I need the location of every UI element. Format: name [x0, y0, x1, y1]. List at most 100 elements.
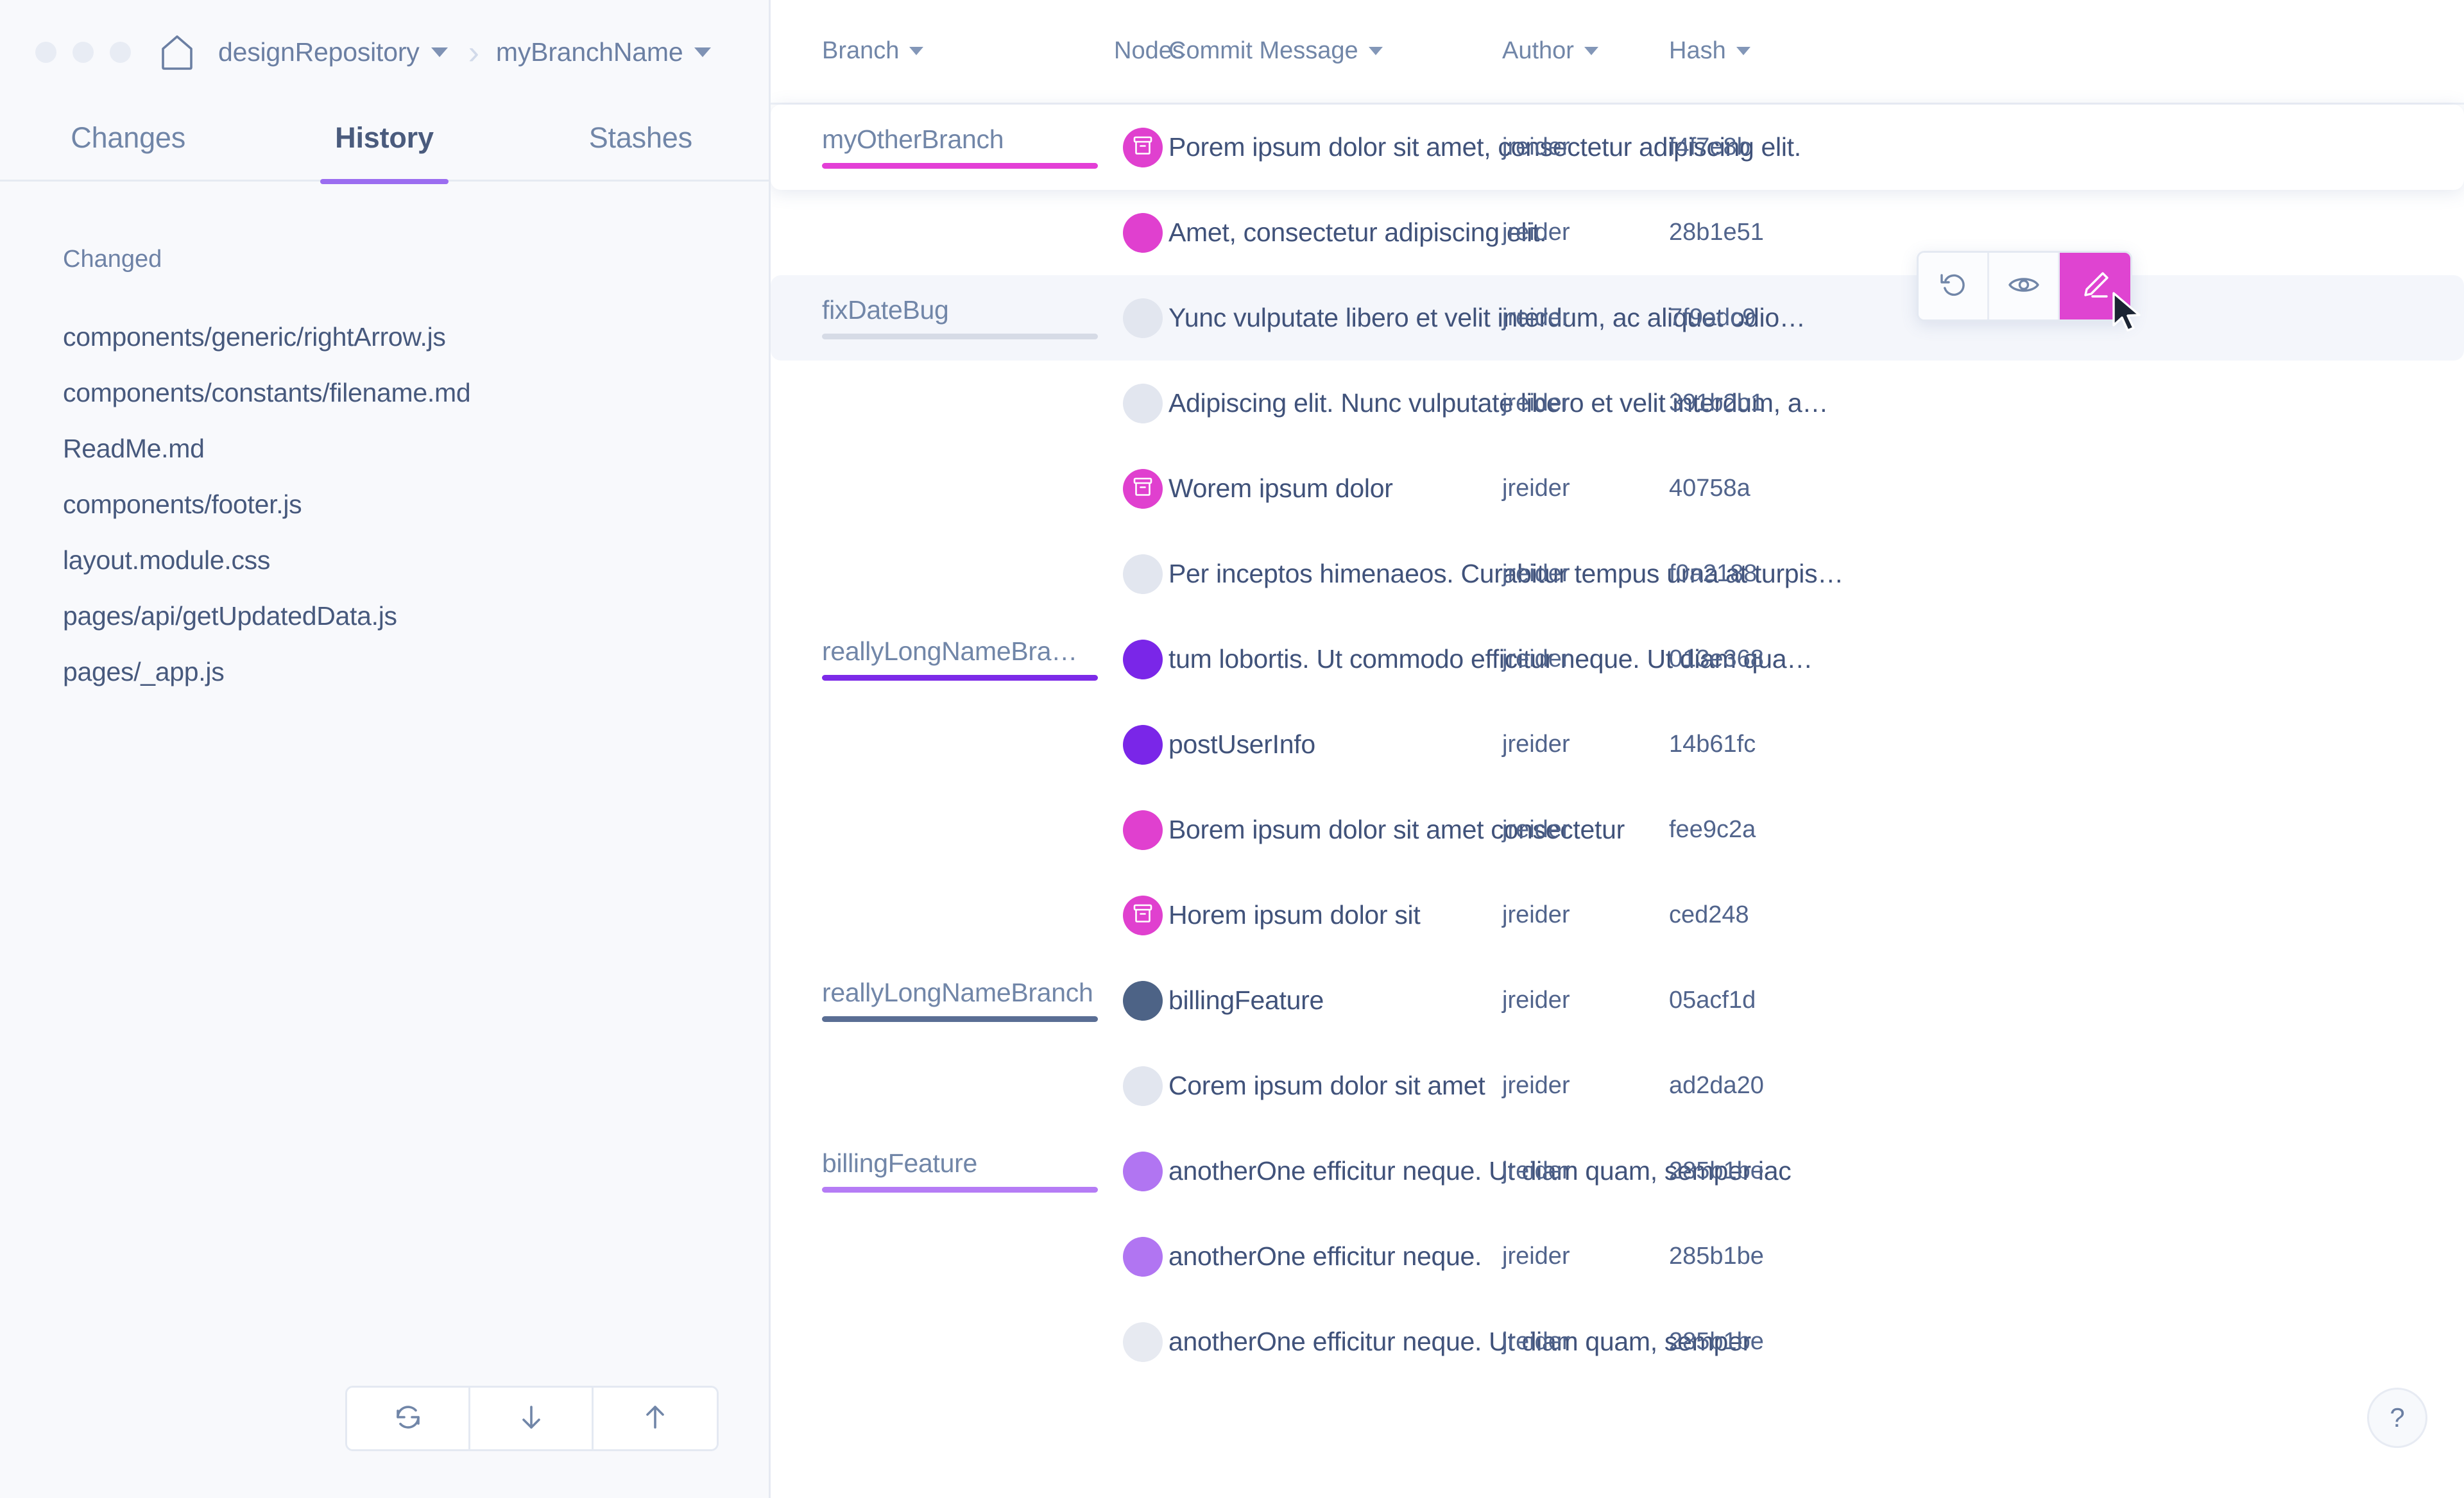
commit-node-archive[interactable]: [1123, 468, 1163, 509]
tab-changes[interactable]: Changes: [0, 105, 256, 182]
commit-node-dot[interactable]: [1123, 724, 1163, 765]
table-row[interactable]: Worem ipsum dolor jreider 40758a: [771, 446, 2464, 531]
table-row[interactable]: fixDateBug Yunc vulputate libero et velit…: [771, 275, 2464, 361]
edit-button[interactable]: [2060, 253, 2130, 319]
archive-icon: [1132, 903, 1154, 928]
commit-author: jreider: [1502, 901, 1570, 928]
column-header-author[interactable]: Author: [1502, 37, 1598, 65]
column-label: Hash: [1669, 37, 1726, 64]
chevron-down-icon[interactable]: [909, 47, 924, 55]
commit-hash: 14b61fc: [1669, 731, 1756, 758]
branch-label[interactable]: billingFeature: [822, 1150, 977, 1177]
list-item[interactable]: components/constants/filename.md: [63, 365, 769, 421]
commit-node-archive[interactable]: [1123, 127, 1163, 167]
commit-message: Corem ipsum dolor sit amet: [1168, 1071, 1485, 1100]
undo-icon: [1937, 269, 1969, 304]
table-row[interactable]: Per inceptos himenaeos. Curabitur tempus…: [771, 531, 2464, 617]
list-item[interactable]: components/footer.js: [63, 477, 769, 532]
left-sidebar: designRepository › myBranchName Changes …: [0, 0, 771, 1498]
commit-node-dot[interactable]: [1123, 639, 1163, 679]
window-close-dot[interactable]: [35, 42, 56, 63]
list-item[interactable]: pages/_app.js: [63, 644, 769, 700]
column-header-hash[interactable]: Hash: [1669, 37, 1750, 65]
branch-color-bar: [822, 674, 1098, 681]
table-row[interactable]: reallyLongNameBra… tum lobortis. Ut commo…: [771, 617, 2464, 702]
column-header-commit-message[interactable]: Commit Message: [1168, 37, 1383, 65]
branch-label[interactable]: reallyLongNameBra…: [822, 638, 1077, 665]
breadcrumb-branch[interactable]: myBranchName: [496, 37, 712, 67]
history-panel: Branch Nodes Commit Message Author Hash …: [771, 0, 2464, 1498]
pull-button[interactable]: [470, 1388, 594, 1449]
tab-stashes[interactable]: Stashes: [513, 105, 769, 182]
window-minimize-dot[interactable]: [73, 42, 94, 63]
commit-node-dot[interactable]: [1123, 1322, 1163, 1362]
node-cell: [1114, 468, 1172, 509]
table-row[interactable]: postUserInfo jreider 14b61fc: [771, 702, 2464, 787]
branch-label[interactable]: reallyLongNameBranch: [822, 979, 1093, 1007]
commit-node-dot[interactable]: [1123, 980, 1163, 1021]
branch-label[interactable]: fixDateBug: [822, 296, 949, 324]
commit-list: myOtherBranch Porem ipsum dolor sit amet,…: [771, 105, 2464, 1384]
commit-node-dot[interactable]: [1123, 1066, 1163, 1106]
node-cell: [1114, 127, 1172, 167]
table-row[interactable]: reallyLongNameBranch billingFeature jreide…: [771, 958, 2464, 1043]
fetch-button[interactable]: [347, 1388, 470, 1449]
chevron-down-icon[interactable]: [694, 47, 712, 57]
revert-button[interactable]: [1919, 253, 1989, 319]
commit-author: jreider: [1502, 389, 1570, 416]
sidebar-tabs: Changes History Stashes: [0, 105, 769, 182]
commit-message: Porem ipsum dolor sit amet, consectetur …: [1168, 132, 1801, 162]
commit-node-dot[interactable]: [1123, 212, 1163, 253]
list-item[interactable]: layout.module.css: [63, 532, 769, 588]
table-row[interactable]: Adipiscing elit. Nunc vulputate libero e…: [771, 361, 2464, 446]
app-root: designRepository › myBranchName Changes …: [0, 0, 2464, 1498]
table-row[interactable]: billingFeature anotherOne efficitur neque…: [771, 1128, 2464, 1214]
chevron-down-icon[interactable]: [431, 47, 448, 57]
list-item[interactable]: pages/api/getUpdatedData.js: [63, 588, 769, 644]
branch-cell: fixDateBug: [822, 296, 1098, 339]
column-header-branch[interactable]: Branch: [822, 37, 924, 65]
window-maximize-dot[interactable]: [110, 42, 131, 63]
breadcrumb-repository[interactable]: designRepository: [218, 37, 448, 67]
branch-label[interactable]: myOtherBranch: [822, 126, 1004, 153]
list-item[interactable]: components/generic/rightArrow.js: [63, 309, 769, 365]
home-icon[interactable]: [159, 33, 195, 72]
window-controls[interactable]: [35, 42, 131, 63]
commit-node-dot[interactable]: [1123, 810, 1163, 850]
node-cell: [1114, 383, 1172, 423]
table-row[interactable]: anotherOne efficitur neque. jreider 285b1b…: [771, 1214, 2464, 1299]
tab-history[interactable]: History: [256, 105, 512, 182]
table-row[interactable]: Borem ipsum dolor sit amet consectetur jr…: [771, 787, 2464, 872]
commit-message: billingFeature: [1168, 985, 1324, 1015]
help-button[interactable]: ?: [2367, 1388, 2427, 1448]
chevron-down-icon[interactable]: [1584, 47, 1598, 55]
pencil-icon: [2078, 268, 2112, 305]
view-button[interactable]: [1989, 253, 2060, 319]
commit-node-dot[interactable]: [1123, 554, 1163, 594]
commit-author: jreider: [1502, 645, 1570, 672]
commit-message: Yunc vulputate libero et velit interdum,…: [1168, 303, 1806, 332]
commit-message: Per inceptos himenaeos. Curabitur tempus…: [1168, 559, 1844, 588]
commit-node-dot[interactable]: [1123, 298, 1163, 338]
table-row[interactable]: myOtherBranch Porem ipsum dolor sit amet,…: [771, 105, 2464, 190]
node-cell: [1114, 980, 1172, 1021]
chevron-down-icon[interactable]: [1368, 47, 1383, 55]
list-item[interactable]: ReadMe.md: [63, 421, 769, 477]
push-button[interactable]: [594, 1388, 717, 1449]
commit-hash: 28b1e51: [1669, 219, 1764, 246]
table-row[interactable]: Amet, consectetur adipiscing elit. jreide…: [771, 190, 2464, 275]
commit-node-dot[interactable]: [1123, 383, 1163, 423]
commit-node-archive[interactable]: [1123, 895, 1163, 935]
table-row[interactable]: Horem ipsum dolor sit jreider ced248: [771, 872, 2464, 958]
chevron-down-icon[interactable]: [1736, 47, 1750, 55]
branch-color-bar: [822, 1186, 1098, 1193]
table-row[interactable]: anotherOne efficitur neque. Ut diam quam…: [771, 1299, 2464, 1384]
commit-node-dot[interactable]: [1123, 1236, 1163, 1277]
commit-author: jreider: [1502, 560, 1570, 587]
commit-author: jreider: [1502, 1072, 1570, 1099]
commit-message: anotherOne efficitur neque. Ut diam quam…: [1168, 1156, 1792, 1186]
commit-author: jreider: [1502, 219, 1570, 246]
title-bar: designRepository › myBranchName: [0, 0, 769, 105]
table-row[interactable]: Corem ipsum dolor sit amet jreider ad2da20: [771, 1043, 2464, 1128]
commit-node-dot[interactable]: [1123, 1151, 1163, 1191]
